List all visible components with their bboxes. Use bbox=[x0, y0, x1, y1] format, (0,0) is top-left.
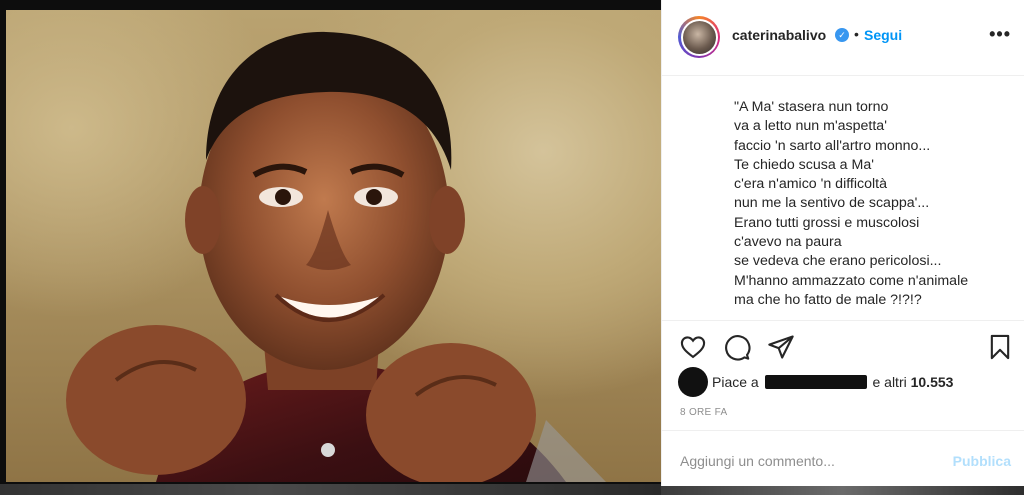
follow-button[interactable]: Segui bbox=[864, 27, 902, 43]
photo-bottom-strip bbox=[0, 484, 661, 495]
caption-line: faccio 'n sarto all'artro monno... bbox=[734, 137, 931, 154]
post-header: caterinabalivo ✓ • Segui ••• bbox=[662, 0, 1024, 76]
post-photo-area bbox=[0, 0, 661, 495]
caption-line: va a letto nun m'aspetta' bbox=[734, 118, 887, 135]
publish-button[interactable]: Pubblica bbox=[953, 453, 1011, 469]
caption-line: c'era n'amico 'n difficoltà bbox=[734, 176, 887, 193]
liker-avatar[interactable] bbox=[678, 367, 708, 397]
caption-line: Te chiedo scusa a Ma' bbox=[734, 156, 874, 173]
caption-line: Erano tutti grossi e muscolosi bbox=[734, 214, 920, 231]
more-options-icon[interactable]: ••• bbox=[989, 24, 1011, 45]
post-image[interactable] bbox=[6, 10, 661, 482]
verified-badge-icon: ✓ bbox=[835, 28, 849, 42]
likes-prefix: Piace a bbox=[712, 374, 759, 390]
caption-line: nun me la sentivo de scappa'... bbox=[734, 195, 930, 212]
likes-count[interactable]: 10.553 bbox=[911, 374, 954, 390]
header-separator: • bbox=[854, 26, 859, 42]
username-link[interactable]: caterinabalivo bbox=[732, 27, 826, 43]
caption-line: "A Ma' stasera nun torno bbox=[734, 99, 889, 115]
comment-input[interactable]: Aggiungi un commento... bbox=[680, 453, 835, 469]
caption-line: M'hanno ammazzato come n'animale bbox=[734, 272, 969, 289]
profile-avatar[interactable] bbox=[678, 16, 720, 58]
avatar-image bbox=[682, 20, 716, 54]
heart-icon[interactable] bbox=[679, 333, 707, 361]
likes-suffix: e altri bbox=[872, 374, 907, 390]
comment-icon[interactable] bbox=[723, 333, 751, 361]
portrait-illustration bbox=[66, 31, 606, 482]
caption-line: ma che ho fatto de male ?!?!? bbox=[734, 291, 922, 308]
post-timestamp[interactable]: 8 ORE FA bbox=[680, 407, 727, 418]
post-side-panel: caterinabalivo ✓ • Segui ••• "A Ma' stas… bbox=[661, 0, 1024, 495]
redacted-username bbox=[764, 375, 867, 389]
panel-bottom-strip bbox=[661, 486, 1024, 495]
post-actions: Piace a e altri 10.553 8 ORE FA bbox=[662, 320, 1024, 430]
avatar-inner bbox=[680, 18, 718, 56]
post-caption: "A Ma' stasera nun torno va a letto nun … bbox=[678, 80, 1018, 318]
likes-summary[interactable]: Piace a e altri 10.553 bbox=[712, 374, 953, 390]
share-icon[interactable] bbox=[767, 333, 795, 361]
caption-line: se vedeva che erano pericolosi... bbox=[734, 253, 942, 270]
bookmark-icon[interactable] bbox=[986, 333, 1014, 361]
caption-line: c'avevo na paura bbox=[734, 234, 842, 251]
